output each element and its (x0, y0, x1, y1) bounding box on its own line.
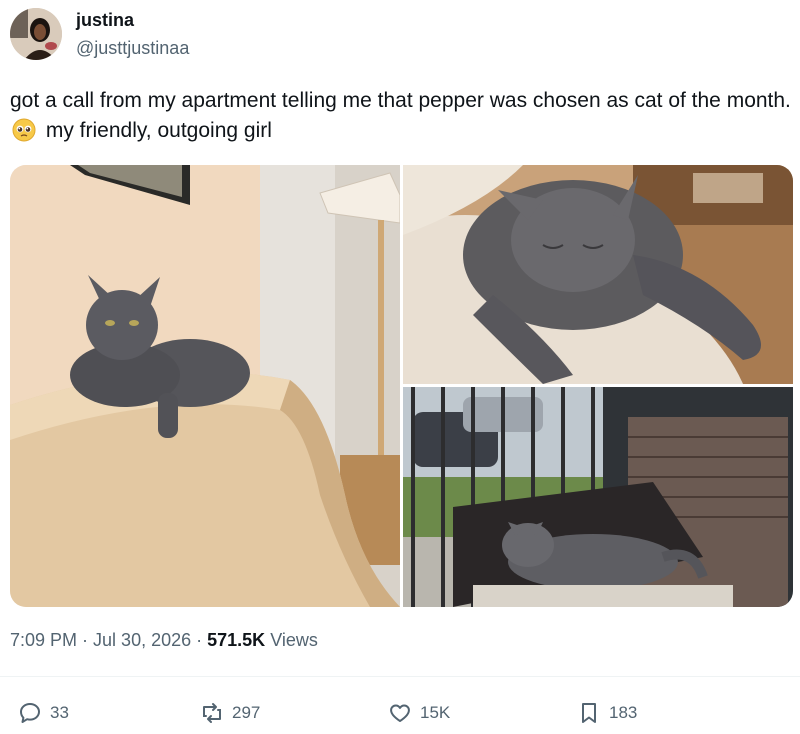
photo-cat-on-sofa[interactable] (10, 165, 400, 607)
tweet-text-part-2: my friendly, outgoing girl (45, 119, 272, 142)
photo-cat-sleeping-on-blanket[interactable] (403, 165, 793, 384)
bookmark-count: 183 (609, 703, 638, 722)
tweet-text-part-1: got a call from my apartment telling me … (10, 89, 791, 112)
meta-separator: · (191, 630, 208, 650)
views-label: Views (270, 630, 318, 650)
tweet-text: got a call from my apartment telling me … (10, 86, 795, 146)
heart-icon (390, 704, 410, 722)
bookmark-button[interactable]: 183 (577, 700, 637, 726)
photo-cat-on-wicker-chair[interactable] (403, 387, 793, 607)
bookmark-icon (582, 703, 596, 723)
tweet-time[interactable]: 7:09 PM (10, 630, 77, 650)
tweet-meta: 7:09 PM · Jul 30, 2026 · 571.5K Views (10, 630, 318, 651)
divider (0, 676, 800, 677)
author-handle[interactable]: @justtjustinaa (76, 38, 189, 59)
meta-separator: · (77, 630, 94, 650)
views-count: 571.5K (207, 630, 266, 650)
avatar-image (10, 8, 62, 60)
reply-button[interactable]: 33 (18, 700, 69, 726)
pleading-face-icon (12, 118, 36, 142)
repost-button[interactable]: 297 (200, 700, 260, 726)
like-count: 15K (420, 703, 451, 722)
repost-icon (203, 703, 221, 723)
like-button[interactable]: 15K (388, 700, 450, 726)
author-display-name[interactable]: justina (76, 10, 134, 31)
tweet-date[interactable]: Jul 30, 2026 (93, 630, 191, 650)
reply-icon (20, 703, 40, 723)
repost-count: 297 (232, 703, 261, 722)
avatar[interactable] (10, 8, 62, 60)
media-grid (10, 165, 793, 607)
reply-count: 33 (50, 703, 69, 722)
